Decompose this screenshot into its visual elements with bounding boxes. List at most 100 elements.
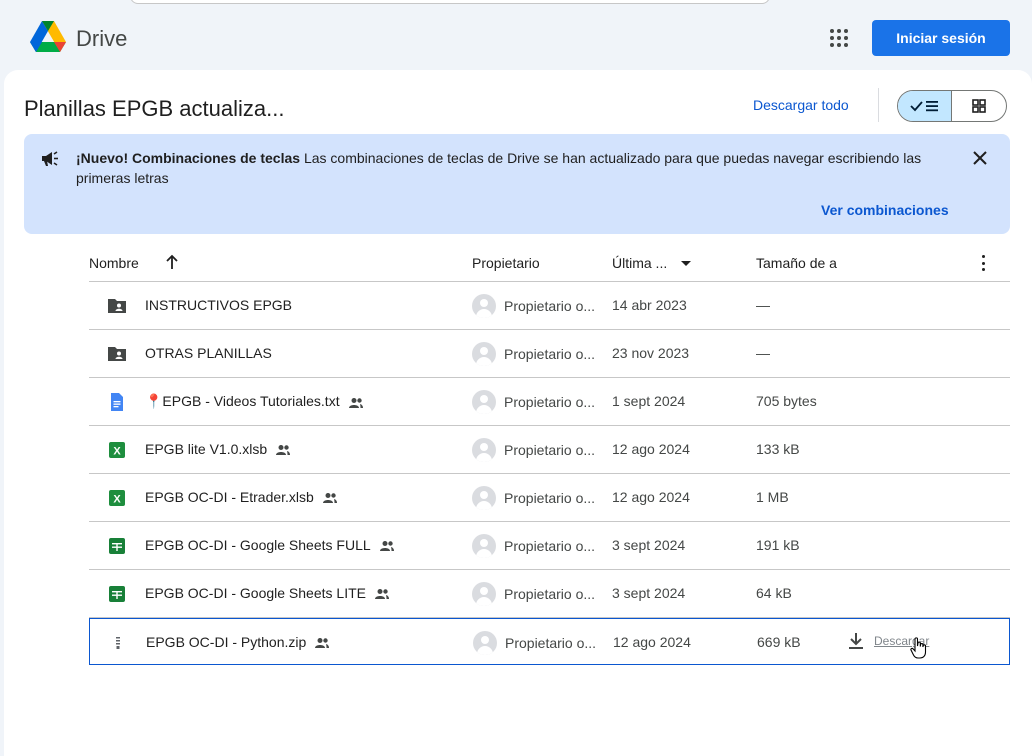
owner-text: Propietario o... [505,635,597,651]
file-name-text: INSTRUCTIVOS EPGB [145,297,293,313]
owner-text: Propietario o... [504,298,596,314]
grid-icon [972,99,986,113]
file-size: 133 kB [756,441,800,457]
file-owner: Propietario o... [472,534,595,558]
close-icon[interactable] [972,150,988,166]
file-row[interactable]: INSTRUCTIVOS EPGB Propietario o... 14 abr … [89,282,1010,330]
shared-people-icon [374,587,390,599]
file-name-text: EPGB lite V1.0.xlsb [145,441,268,457]
file-size: 64 kB [756,585,792,601]
google-apps-icon[interactable] [830,29,848,47]
banner-message: ¡Nuevo! Combinaciones de teclas Las comb… [76,148,956,188]
excel-icon: X [107,488,127,508]
file-name: INSTRUCTIVOS EPGB [145,297,292,313]
file-name: EPGB OC-DI - Python.zip [146,634,330,650]
divider [878,88,879,122]
banner-headline: ¡Nuevo! Combinaciones de teclas [76,150,301,166]
grid-view-button[interactable] [952,91,1006,121]
file-name: OTRAS PLANILLAS [145,345,272,361]
file-name: EPGB OC-DI - Google Sheets FULL [145,537,395,553]
file-date: 3 sept 2024 [612,537,686,553]
file-date: 1 sept 2024 [612,393,686,409]
app-header: Drive Iniciar sesión [0,0,1032,74]
file-name-text: 📍EPGB - Videos Tutoriales.txt [145,393,340,409]
file-owner: Propietario o... [472,294,595,318]
file-date: 12 ago 2024 [612,441,690,457]
column-name[interactable]: Nombre [89,255,139,271]
sheets-icon [107,584,127,604]
file-date: 12 ago 2024 [612,489,690,505]
file-name: EPGB OC-DI - Etrader.xlsb [145,489,338,505]
file-owner: Propietario o... [472,438,595,462]
owner-text: Propietario o... [504,346,596,362]
download-all-link[interactable]: Descargar todo [753,97,849,113]
page-title: Planillas EPGB actualiza... [24,96,285,121]
doc-icon [107,392,127,412]
file-size: — [756,345,770,361]
file-list-header: Nombre Propietario Última ... Tamaño de … [89,245,1010,282]
avatar-icon [472,486,496,510]
owner-text: Propietario o... [504,394,596,410]
view-toggle [897,90,1007,122]
column-modified[interactable]: Última ... [612,255,667,271]
file-size: — [756,297,770,313]
megaphone-icon [42,151,58,166]
file-owner: Propietario o... [472,342,595,366]
main-panel: Planillas EPGB actualiza... Descargar to… [4,70,1032,756]
shared-people-icon [314,636,330,648]
owner-text: Propietario o... [504,538,596,554]
shortcuts-banner: ¡Nuevo! Combinaciones de teclas Las comb… [24,134,1010,234]
file-date: 23 nov 2023 [612,345,690,361]
download-icon [849,633,863,649]
avatar-icon [472,342,496,366]
owner-text: Propietario o... [504,586,596,602]
caret-down-icon[interactable] [681,261,691,266]
file-name-text: EPGB OC-DI - Etrader.xlsb [145,489,314,505]
file-owner: Propietario o... [473,631,596,655]
column-size[interactable]: Tamaño de a [756,255,837,271]
avatar-icon [472,294,496,318]
file-name-text: EPGB OC-DI - Google Sheets FULL [145,537,371,553]
avatar-icon [472,438,496,462]
file-name: EPGB OC-DI - Google Sheets LITE [145,585,390,601]
avatar-icon [473,631,497,655]
more-options-icon[interactable] [982,255,986,271]
drive-logo-icon [30,21,66,52]
list-view-button[interactable] [898,91,953,121]
file-row[interactable]: EPGB OC-DI - Google Sheets FULL Propietar… [89,522,1010,570]
shared-folder-icon [107,344,127,364]
shared-people-icon [275,443,291,455]
zip-icon [108,633,128,653]
signin-button[interactable]: Iniciar sesión [872,20,1010,56]
owner-text: Propietario o... [504,442,596,458]
file-row[interactable]: X EPGB OC-DI - Etrader.xlsb Propietario o.… [89,474,1010,522]
excel-icon: X [107,440,127,460]
shared-folder-icon [107,296,127,316]
shared-people-icon [348,396,364,408]
shared-people-icon [379,539,395,551]
file-date: 12 ago 2024 [613,634,691,650]
arrow-up-icon[interactable] [165,254,179,270]
file-size: 1 MB [756,489,789,505]
app-name: Drive [76,26,128,51]
owner-text: Propietario o... [504,490,596,506]
file-name: 📍EPGB - Videos Tutoriales.txt [145,393,364,410]
file-owner: Propietario o... [472,486,595,510]
view-shortcuts-link[interactable]: Ver combinaciones [821,202,949,218]
check-list-icon [909,101,938,112]
hand-cursor-icon [910,637,928,659]
svg-text:X: X [113,494,121,506]
file-size: 669 kB [757,634,801,650]
file-row[interactable]: EPGB OC-DI - Google Sheets LITE Propietar… [89,570,1010,618]
file-date: 3 sept 2024 [612,585,686,601]
file-row[interactable]: 📍EPGB - Videos Tutoriales.txt Propietario… [89,378,1010,426]
file-name-text: EPGB OC-DI - Google Sheets LITE [145,585,366,601]
svg-text:X: X [113,446,121,458]
file-owner: Propietario o... [472,390,595,414]
file-row[interactable]: OTRAS PLANILLAS Propietario o... 23 nov 20… [89,330,1010,378]
file-row[interactable]: EPGB OC-DI - Python.zip Propietario o... 1… [89,618,1010,665]
file-date: 14 abr 2023 [612,297,687,313]
column-owner[interactable]: Propietario [472,255,540,271]
avatar-icon [472,534,496,558]
file-row[interactable]: X EPGB lite V1.0.xlsb Propietario o... 12 a… [89,426,1010,474]
